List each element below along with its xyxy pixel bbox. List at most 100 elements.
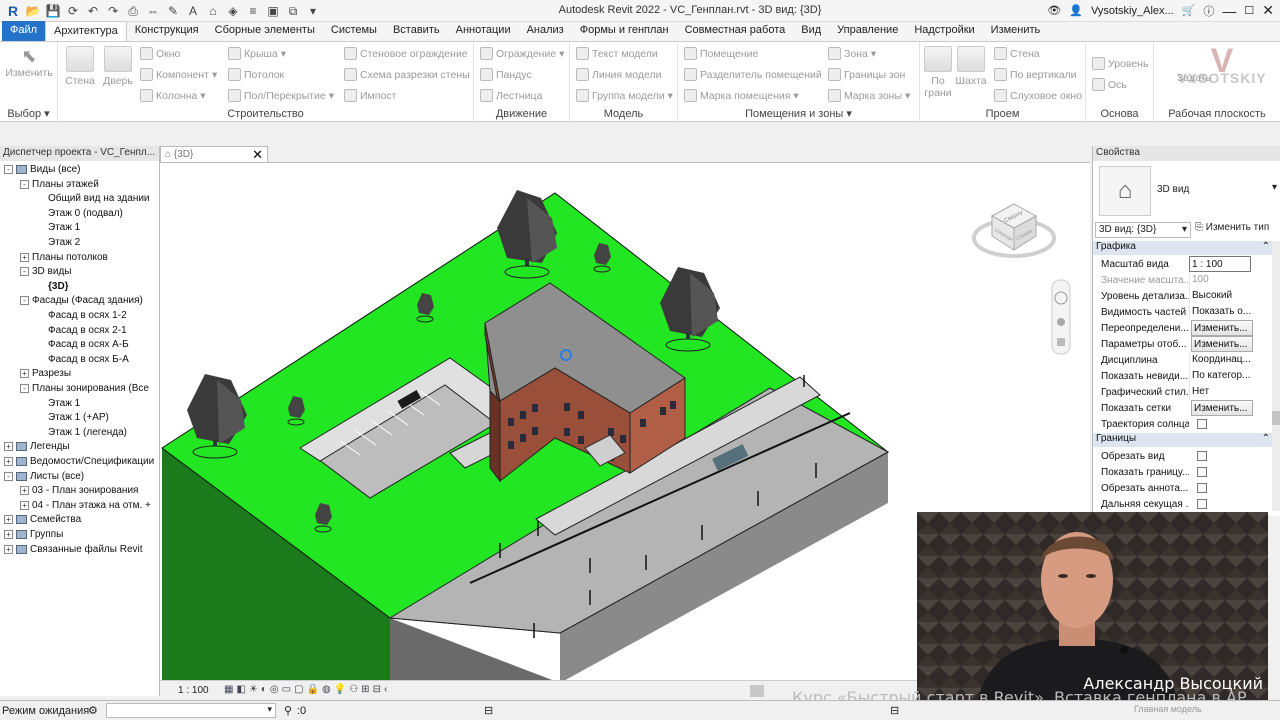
tab-annotate[interactable]: Аннотации [448,21,519,41]
measure-icon[interactable]: ⇔ [144,2,162,20]
select-dropdown[interactable]: Выбор ▾ [0,107,57,120]
browser-item[interactable]: Этаж 1 (+АР) [36,412,109,423]
property-edit-button[interactable]: Изменить... [1191,336,1253,352]
rooms-dropdown[interactable]: Помещения и зоны ▾ [678,107,919,120]
close-window-icon[interactable]: ✕ [1262,2,1274,19]
room-separator-button[interactable]: Разделитель помещений [684,68,822,81]
property-row[interactable]: Обрезать аннота... [1093,480,1280,496]
crop-view-icon[interactable]: ▭ [282,684,291,695]
component-button[interactable]: Компонент ▾ [140,68,217,81]
view-tab-3d[interactable]: ⌂ {3D} ✕ [160,146,268,162]
dormer-button[interactable]: Слуховое окно [994,89,1082,102]
mullion-button[interactable]: Импост [344,89,396,102]
section-extents[interactable]: Границы ⌃ [1093,433,1273,447]
browser-item[interactable]: Фасад в осях 2-1 [36,325,127,336]
tab-massing-site[interactable]: Формы и генплан [572,21,677,41]
tab-file[interactable]: Файл [2,21,46,41]
view-scale[interactable]: 1 : 100 [178,685,209,696]
property-value[interactable]: 100 [1189,272,1251,288]
property-checkbox[interactable] [1197,483,1207,493]
property-value[interactable]: Нет [1189,384,1251,400]
vertical-button[interactable]: По вертикали [994,68,1077,81]
browser-item[interactable]: - Фасады (Фасад здания) [20,295,143,306]
property-value[interactable]: По категор... [1189,368,1251,384]
property-checkbox[interactable] [1197,451,1207,461]
lock-view-icon[interactable]: 🔒 [307,684,319,695]
curtain-system-button[interactable]: Стеновое ограждение [344,47,468,60]
tab-collaborate[interactable]: Совместная работа [677,21,794,41]
expand-icon[interactable]: + [20,369,29,379]
area-boundary-button[interactable]: Границы зон [828,68,905,81]
opening-wall-button[interactable]: Стена [994,47,1040,60]
horizontal-scrollbar[interactable] [750,685,764,697]
switch-windows-icon[interactable]: ⧉ [284,2,302,20]
help-icon[interactable]: ⓘ [1203,3,1214,19]
model-line-button[interactable]: Линия модели [576,68,661,81]
design-options-icon[interactable]: ⊟ [890,704,899,717]
expand-icon[interactable]: + [4,442,13,452]
expand-icon[interactable]: + [4,530,13,539]
property-row[interactable]: Переопределени... Изменить... [1093,320,1280,336]
railing-button[interactable]: Ограждение ▾ [480,47,564,60]
temporary-hide-icon[interactable]: ◍ [322,684,331,695]
door-button[interactable]: Дверь [102,46,134,87]
curtain-grid-button[interactable]: Схема разрезки стены [344,68,470,81]
cart-icon[interactable]: 🛒 [1182,4,1196,17]
property-row[interactable]: Дальняя секущая ... [1093,496,1280,512]
redo-icon[interactable]: ↷ [104,2,122,20]
type-preview[interactable]: ⌂ 3D вид ▾ [1099,166,1277,216]
browser-item[interactable]: Этаж 1 (легенда) [36,427,127,438]
expand-icon[interactable]: + [4,457,13,466]
revit-logo-icon[interactable]: R [4,2,22,20]
expand-icon[interactable]: + [4,544,13,554]
default-3d-icon[interactable]: ⌂ [204,2,222,20]
tag-room-button[interactable]: Марка помещения ▾ [684,89,799,102]
binoculars-icon[interactable]: 👁 [1047,4,1061,17]
property-value[interactable]: 1 : 100 [1189,256,1251,272]
ceiling-button[interactable]: Потолок [228,68,284,81]
shadows-icon[interactable]: ◐ [261,684,267,695]
tab-analyze[interactable]: Анализ [519,21,572,41]
user-icon[interactable]: 👤 [1069,4,1083,17]
reveal-hidden-icon[interactable]: 💡 [334,684,346,695]
browser-item[interactable]: + Разрезы [20,368,71,379]
ramp-button[interactable]: Пандус [480,68,532,81]
model-group-button[interactable]: Группа модели ▾ [576,89,673,102]
collapse-icon[interactable]: - [20,179,29,189]
show-crop-icon[interactable]: ▢ [294,684,303,695]
expand-icon[interactable]: + [4,515,13,525]
worksharing-icon[interactable]: ⚇ [349,684,358,695]
tab-modify[interactable]: Изменить [983,21,1049,41]
filter-icon[interactable]: ⚲ [284,704,292,717]
browser-item[interactable]: Этаж 2 [36,237,80,248]
edit-type-button[interactable]: ⎘ Изменить тип [1195,222,1269,233]
property-edit-button[interactable]: Изменить... [1191,320,1253,336]
collapse-icon[interactable]: - [4,165,13,174]
text-icon[interactable]: A [184,2,202,20]
instance-selector[interactable]: 3D вид: {3D} ▾ [1095,222,1191,238]
browser-item[interactable]: Этаж 1 [36,398,80,409]
close-view-icon[interactable]: ✕ [252,147,263,163]
property-row[interactable]: Видимость частей Показать о... [1093,304,1280,320]
by-face-button[interactable]: По грани [922,46,954,99]
print-icon[interactable]: ⎙ [124,2,142,20]
browser-item[interactable]: - Листы (все) [4,471,84,482]
property-row[interactable]: Дисциплина Координац... [1093,352,1280,368]
room-button[interactable]: Помещение [684,47,758,60]
property-row[interactable]: Уровень детализа... Высокий [1093,288,1280,304]
collapse-icon[interactable]: - [20,267,29,277]
grid-button[interactable]: Ось [1092,78,1127,91]
rendering-icon[interactable]: ◎ [270,684,279,695]
area-button[interactable]: Зона ▾ [828,47,876,60]
save-icon[interactable]: 💾 [44,2,62,20]
section-icon[interactable]: ◈ [224,2,242,20]
browser-item[interactable]: +03 - План зонирования [20,485,138,496]
minimize-icon[interactable]: — [1222,3,1236,19]
column-button[interactable]: Колонна ▾ [140,89,206,102]
type-dropdown-icon[interactable]: ▾ [1272,182,1277,193]
browser-item[interactable]: + Ведомости/Спецификации [4,456,154,467]
sync-icon[interactable]: ⟳ [64,2,82,20]
tab-architecture[interactable]: Архитектура [45,21,127,41]
property-checkbox[interactable] [1197,419,1207,429]
analytical-icon[interactable]: ⊞ [361,684,369,695]
